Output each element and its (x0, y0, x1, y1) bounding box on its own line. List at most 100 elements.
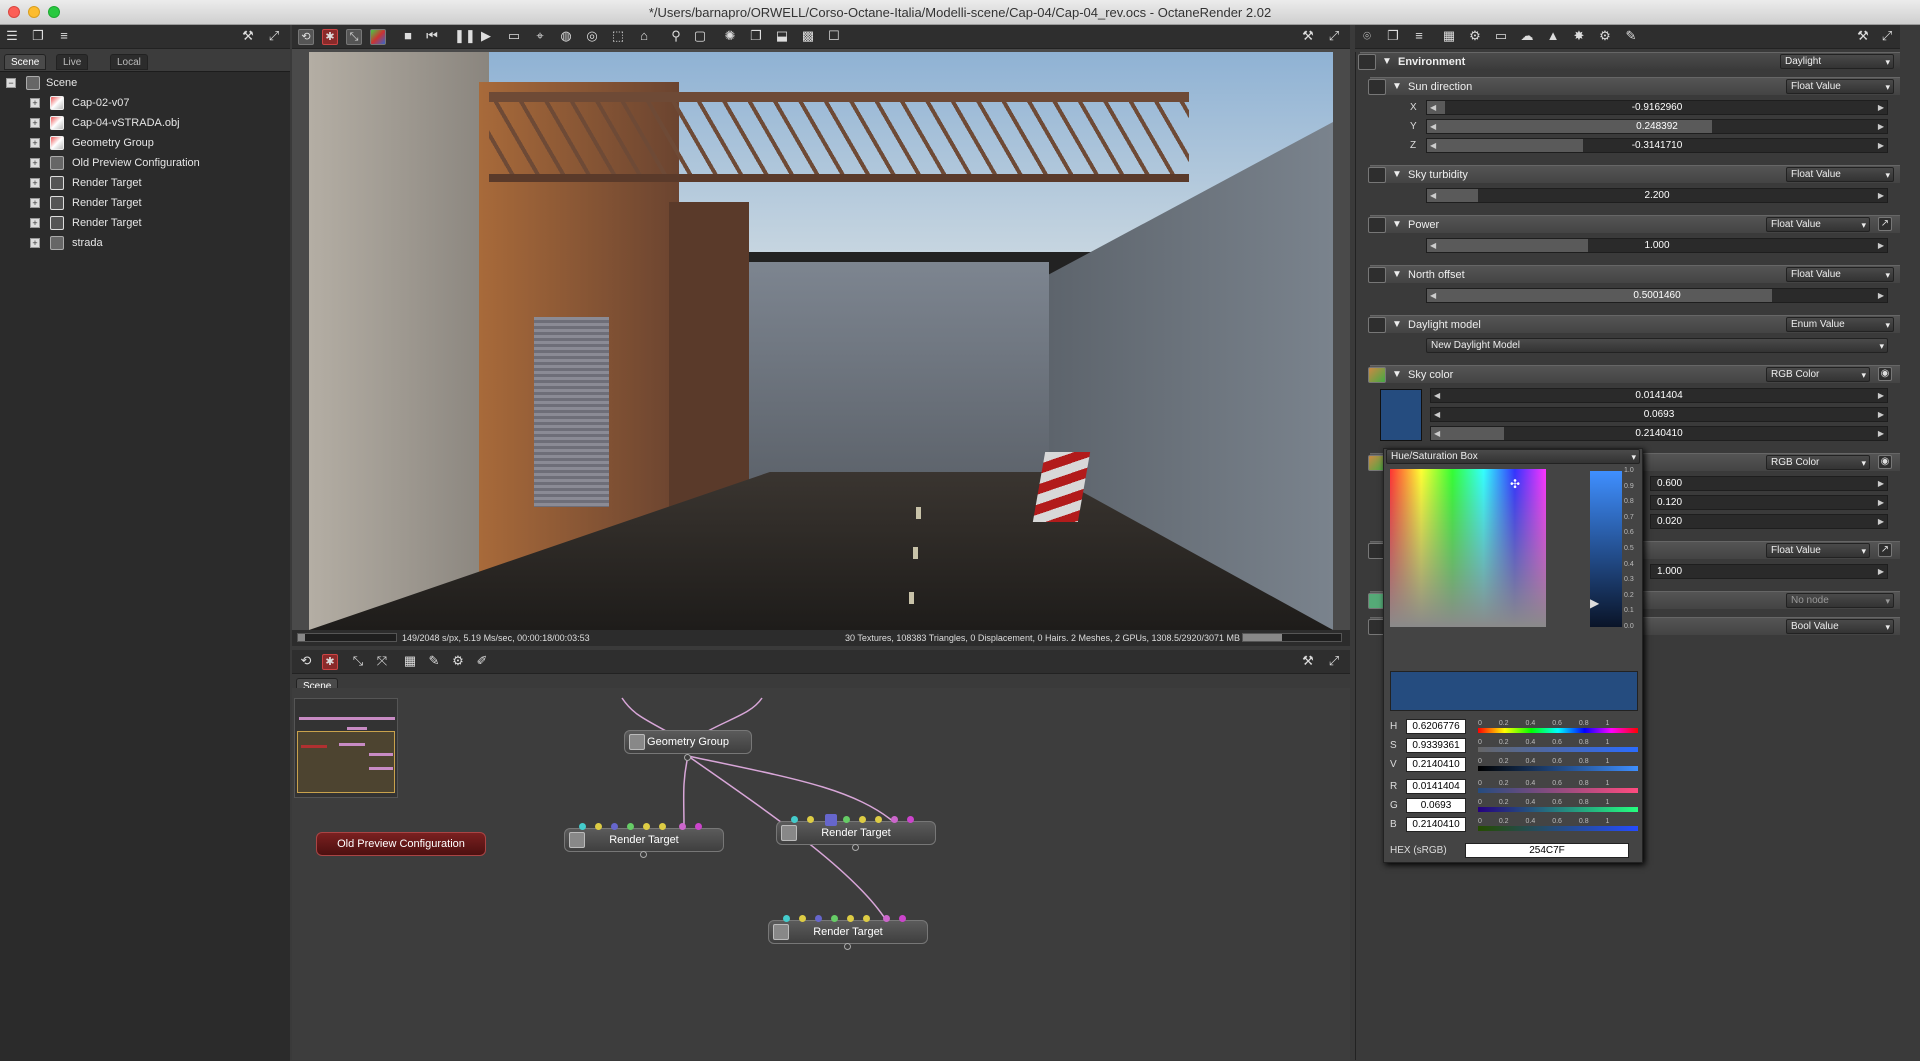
render-target-icon[interactable]: ▦ (1441, 29, 1457, 45)
paint-icon[interactable]: ✐ (474, 654, 490, 670)
hue-saturation-box[interactable]: ✣ (1390, 469, 1546, 627)
layers-icon[interactable]: ❐ (1385, 29, 1401, 45)
sky-color-r-slider[interactable]: ◀ ▶ 0.0141404 (1430, 388, 1888, 403)
frame-icon[interactable]: ▢ (692, 29, 708, 45)
region-icon[interactable]: ▭ (506, 29, 522, 45)
zoom-icon[interactable]: ⚲ (668, 29, 684, 45)
input-pin[interactable] (643, 823, 650, 830)
input-pin[interactable] (815, 915, 822, 922)
recenter-icon[interactable]: ✱ (322, 654, 338, 670)
collapse-icon[interactable]: − (6, 78, 16, 88)
minimize-window-button[interactable] (28, 6, 40, 18)
expand-arrow-icon[interactable]: ▼ (1392, 316, 1402, 334)
value-marker-icon[interactable]: ▶ (1590, 596, 1599, 610)
camera-icon[interactable]: ⌾ (1359, 29, 1375, 45)
sky-turbidity-type-select[interactable]: Float Value (1786, 167, 1894, 182)
link-icon[interactable]: ⚙ (450, 654, 466, 670)
input-pin[interactable] (843, 816, 850, 823)
tab-local-db[interactable]: Local DB (110, 54, 148, 84)
sky-color-type-select[interactable]: RGB Color (1766, 367, 1870, 382)
input-pin[interactable] (799, 915, 806, 922)
camera-reset-icon[interactable]: ⟲ (298, 29, 314, 45)
expand-icon[interactable]: + (30, 218, 40, 228)
cube-icon[interactable] (370, 29, 386, 45)
node-pin-icon[interactable] (1368, 267, 1386, 283)
value-input[interactable]: 0.2140410 (1406, 757, 1466, 772)
expand-icon[interactable]: + (30, 118, 40, 128)
saturation-slider[interactable] (1478, 747, 1638, 752)
red-slider[interactable] (1478, 788, 1638, 793)
expand-icon[interactable]: + (30, 198, 40, 208)
sky-color-b-slider[interactable]: ◀ ▶ 0.2140410 (1430, 426, 1888, 441)
render-target-node-2[interactable]: Render Target (776, 821, 936, 845)
copy-icon[interactable]: ❐ (748, 29, 764, 45)
sky-turbidity-header[interactable]: ▼ Sky turbidity Float Value (1368, 165, 1900, 183)
power-type-select[interactable]: Float Value (1766, 217, 1870, 232)
expand-arrow-icon[interactable]: ▼ (1392, 266, 1402, 284)
green-input[interactable]: 0.0693 (1406, 798, 1466, 813)
north-offset-header[interactable]: ▼ North offset Float Value (1368, 265, 1900, 284)
fit-icon[interactable]: ⤡ (346, 29, 362, 45)
input-pin[interactable] (899, 915, 906, 922)
expand-arrow-icon[interactable]: ▼ (1392, 366, 1402, 384)
sky-turbidity-slider[interactable]: ◀ ▶ 2.200 (1426, 188, 1888, 203)
collapse-icon[interactable]: ≡ (56, 29, 72, 45)
expand-icon[interactable]: + (30, 178, 40, 188)
input-pin[interactable] (875, 816, 882, 823)
fullscreen-icon[interactable]: ⤢ (1326, 654, 1342, 670)
imager-icon[interactable]: ▲ (1545, 29, 1561, 45)
recenter-icon[interactable]: ✱ (322, 29, 338, 45)
environment-type-select[interactable]: Daylight (1780, 54, 1894, 69)
input-pin[interactable] (611, 823, 618, 830)
fit-selection-icon[interactable]: ⤧ (374, 654, 390, 670)
settings-icon[interactable]: ⚙ (1597, 29, 1613, 45)
tab-live-db[interactable]: Live DB (56, 54, 89, 84)
daylight-model-type-select[interactable]: Enum Value (1786, 317, 1894, 332)
expand-icon[interactable]: + (30, 238, 40, 248)
daylight-model-select[interactable]: New Daylight Model (1426, 338, 1888, 353)
bool-type-select[interactable]: Bool Value (1786, 619, 1894, 634)
texture-link-icon[interactable]: ↗ (1878, 217, 1892, 231)
blue-slider[interactable] (1478, 826, 1638, 831)
render-viewport[interactable] (309, 52, 1333, 630)
render-target-node-3[interactable]: Render Target (768, 920, 928, 944)
texture-node-select[interactable]: No node (1786, 593, 1894, 608)
green-slider[interactable] (1478, 807, 1638, 812)
node-pin-icon[interactable] (1368, 217, 1386, 233)
restart-icon[interactable]: ⏮ (424, 29, 440, 45)
input-pin-selected[interactable] (825, 814, 837, 826)
node-pin-icon[interactable] (1368, 167, 1386, 183)
node-pin-icon[interactable] (1368, 317, 1386, 333)
input-pin[interactable] (695, 823, 702, 830)
environment-icon[interactable]: ☁ (1519, 29, 1535, 45)
input-pin[interactable] (891, 816, 898, 823)
white-balance-icon[interactable]: ◍ (558, 29, 574, 45)
render-target-node-1[interactable]: Render Target (564, 828, 724, 852)
wrench-icon[interactable]: ⚒ (1300, 29, 1316, 45)
sun-size-slider[interactable]: ▶ 1.000 (1650, 564, 1888, 579)
input-pin[interactable] (883, 915, 890, 922)
texture-link-icon[interactable]: ↗ (1878, 543, 1892, 557)
node-pin-icon[interactable] (1368, 79, 1386, 95)
geometry-icon[interactable]: ✎ (1623, 29, 1639, 45)
input-pin[interactable] (831, 915, 838, 922)
rearrange-icon[interactable]: ⟲ (298, 654, 314, 670)
sun-icon[interactable]: ✸ (1571, 29, 1587, 45)
blue-input[interactable]: 0.2140410 (1406, 817, 1466, 832)
saturation-input[interactable]: 0.9339361 (1406, 738, 1466, 753)
monitor-icon[interactable]: ▭ (1493, 29, 1509, 45)
sunset-color-type-select[interactable]: RGB Color (1766, 455, 1870, 470)
material-picker-icon[interactable]: ◎ (584, 29, 600, 45)
value-slider[interactable] (1478, 766, 1638, 771)
input-pin[interactable] (847, 915, 854, 922)
wrench-icon[interactable]: ⚒ (240, 29, 256, 45)
fullscreen-icon[interactable]: ⤢ (1326, 29, 1342, 45)
geometry-group-node[interactable]: Geometry Group (624, 730, 752, 754)
collapse-icon[interactable]: ≡ (1411, 29, 1427, 45)
autofocus-icon[interactable]: ⌖ (532, 29, 548, 45)
node-icon[interactable]: ▦ (402, 654, 418, 670)
north-offset-slider[interactable]: ◀ ▶ 0.5001460 (1426, 288, 1888, 303)
expand-arrow-icon[interactable]: ▼ (1392, 78, 1402, 96)
sun-direction-x-slider[interactable]: ◀ ▶ -0.9162960 (1426, 100, 1888, 115)
hand-icon[interactable]: ☐ (826, 29, 842, 45)
